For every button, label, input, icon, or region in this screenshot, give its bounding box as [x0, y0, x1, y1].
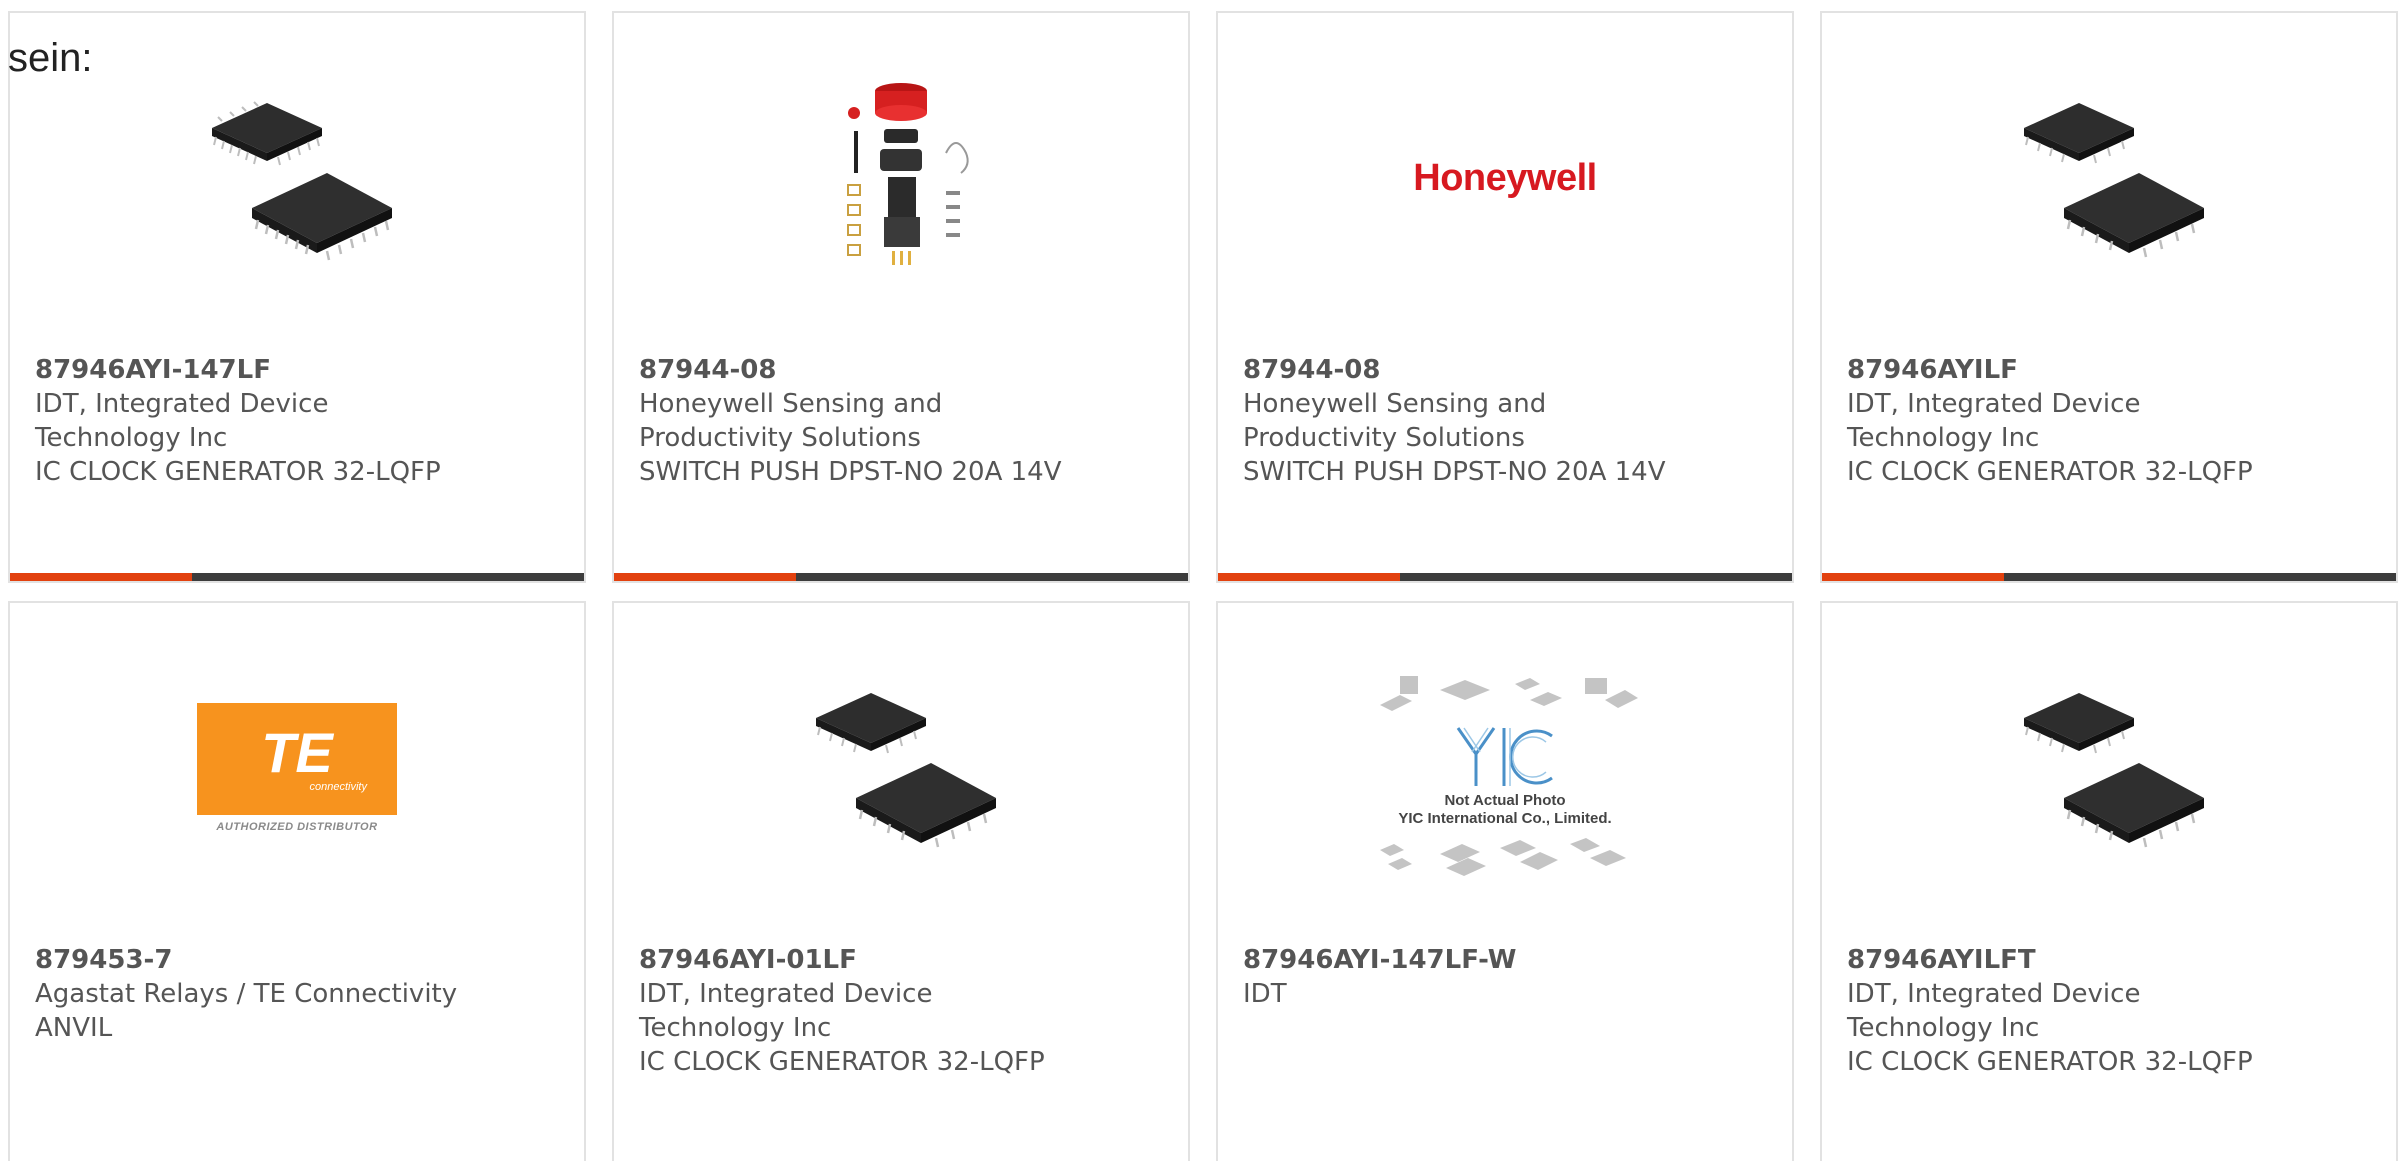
lqfp-chip-icon: [2024, 693, 2204, 848]
product-info: 87946AYI-01LF IDT, Integrated Device Tec…: [639, 943, 1079, 1079]
lqfp-chip-icon: [816, 693, 996, 848]
lqfp-chip-icon: [212, 101, 392, 261]
te-logo-text: TE: [261, 721, 333, 784]
part-number[interactable]: 87944-08: [1243, 353, 1683, 387]
part-number[interactable]: 87944-08: [639, 353, 1079, 387]
te-logo-caption: AUTHORIZED DISTRIBUTOR: [216, 821, 378, 833]
manufacturer: IDT, Integrated Device: [1847, 979, 2141, 1009]
manufacturer-cont: Technology Inc: [1847, 423, 2040, 453]
product-image[interactable]: [1822, 73, 2396, 283]
manufacturer: IDT, Integrated Device: [639, 979, 933, 1009]
part-number[interactable]: 87946AYI-147LF: [35, 353, 475, 387]
product-card[interactable]: 87946AYI-01LF IDT, Integrated Device Tec…: [612, 601, 1190, 1161]
push-switch-parts-icon: [847, 83, 969, 265]
description: IC CLOCK GENERATOR 32-LQFP: [35, 457, 441, 487]
product-info: 879453-7 Agastat Relays / TE Connectivit…: [35, 943, 475, 1045]
manufacturer: Honeywell Sensing and: [1243, 389, 1547, 419]
component-thumbnails-icon: [1380, 838, 1626, 876]
product-card[interactable]: 87944-08 Honeywell Sensing and Productiv…: [612, 11, 1190, 583]
product-info: 87946AYILF IDT, Integrated Device Techno…: [1847, 353, 2287, 489]
card-accent: [10, 573, 192, 581]
manufacturer: IDT, Integrated Device: [1847, 389, 2141, 419]
page: sein: 87946AYI-147LF IDT, Integrated Dev…: [0, 0, 2400, 1161]
product-info: 87946AYILFT IDT, Integrated Device Techn…: [1847, 943, 2287, 1079]
product-card[interactable]: TE connectivity AUTHORIZED DISTRIBUTOR 8…: [8, 601, 586, 1161]
product-image[interactable]: [10, 73, 584, 283]
component-thumbnails-icon: [1380, 676, 1638, 711]
manufacturer-cont: Productivity Solutions: [1243, 423, 1525, 453]
card-bottom-bar: [10, 573, 584, 581]
description: SWITCH PUSH DPST-NO 20A 14V: [1243, 457, 1666, 487]
card-accent: [614, 573, 796, 581]
product-image[interactable]: [614, 663, 1188, 873]
manufacturer: Agastat Relays / TE Connectivity: [35, 979, 458, 1009]
product-card[interactable]: 87946AYI-147LF IDT, Integrated Device Te…: [8, 11, 586, 583]
card-bottom-bar: [1822, 573, 2396, 581]
te-connectivity-logo: TE connectivity AUTHORIZED DISTRIBUTOR: [197, 703, 397, 833]
manufacturer-cont: Technology Inc: [639, 1013, 832, 1043]
product-card[interactable]: Honeywell 87944-08 Honeywell Sensing and…: [1216, 11, 1794, 583]
manufacturer: IDT: [1243, 979, 1287, 1009]
description: IC CLOCK GENERATOR 32-LQFP: [1847, 457, 2253, 487]
product-image[interactable]: [614, 73, 1188, 283]
yic-logo-icon: [1456, 727, 1553, 786]
product-info: 87944-08 Honeywell Sensing and Productiv…: [1243, 353, 1683, 489]
part-number[interactable]: 879453-7: [35, 943, 475, 977]
honeywell-logo: Honeywell: [1413, 156, 1597, 199]
te-logo-box: TE connectivity: [197, 703, 397, 815]
product-card[interactable]: 87946AYILF IDT, Integrated Device Techno…: [1820, 11, 2398, 583]
card-bottom-bar: [1218, 573, 1792, 581]
part-number[interactable]: 87946AYI-01LF: [639, 943, 1079, 977]
product-info: 87944-08 Honeywell Sensing and Productiv…: [639, 353, 1079, 489]
manufacturer: IDT, Integrated Device: [35, 389, 329, 419]
yic-caption-2: YIC International Co., Limited.: [1398, 810, 1612, 827]
yic-caption-1: Not Actual Photo: [1444, 792, 1566, 809]
card-accent: [1822, 573, 2004, 581]
card-bottom-bar: [614, 573, 1188, 581]
intro-text: sein:: [8, 36, 93, 80]
product-info: 87946AYI-147LF IDT, Integrated Device Te…: [35, 353, 475, 489]
te-logo-sub: connectivity: [309, 781, 367, 793]
product-image[interactable]: Honeywell: [1218, 73, 1792, 283]
card-accent: [1218, 573, 1400, 581]
manufacturer-cont: Technology Inc: [35, 423, 228, 453]
description: SWITCH PUSH DPST-NO 20A 14V: [639, 457, 1062, 487]
product-image[interactable]: Not Actual Photo YIC International Co., …: [1218, 653, 1792, 893]
lqfp-chip-icon: [2024, 103, 2204, 258]
manufacturer-cont: Technology Inc: [1847, 1013, 2040, 1043]
yic-placeholder-image: Not Actual Photo YIC International Co., …: [1370, 670, 1640, 876]
part-number[interactable]: 87946AYILFT: [1847, 943, 2287, 977]
manufacturer: Honeywell Sensing and: [639, 389, 943, 419]
description: IC CLOCK GENERATOR 32-LQFP: [1847, 1047, 2253, 1077]
product-image[interactable]: TE connectivity AUTHORIZED DISTRIBUTOR: [10, 663, 584, 873]
part-number[interactable]: 87946AYI-147LF-W: [1243, 943, 1683, 977]
product-info: 87946AYI-147LF-W IDT: [1243, 943, 1683, 1011]
description: IC CLOCK GENERATOR 32-LQFP: [639, 1047, 1045, 1077]
product-card[interactable]: 87946AYILFT IDT, Integrated Device Techn…: [1820, 601, 2398, 1161]
product-image[interactable]: [1822, 663, 2396, 873]
manufacturer-cont: ANVIL: [35, 1013, 113, 1043]
product-card[interactable]: Not Actual Photo YIC International Co., …: [1216, 601, 1794, 1161]
part-number[interactable]: 87946AYILF: [1847, 353, 2287, 387]
manufacturer-cont: Productivity Solutions: [639, 423, 921, 453]
